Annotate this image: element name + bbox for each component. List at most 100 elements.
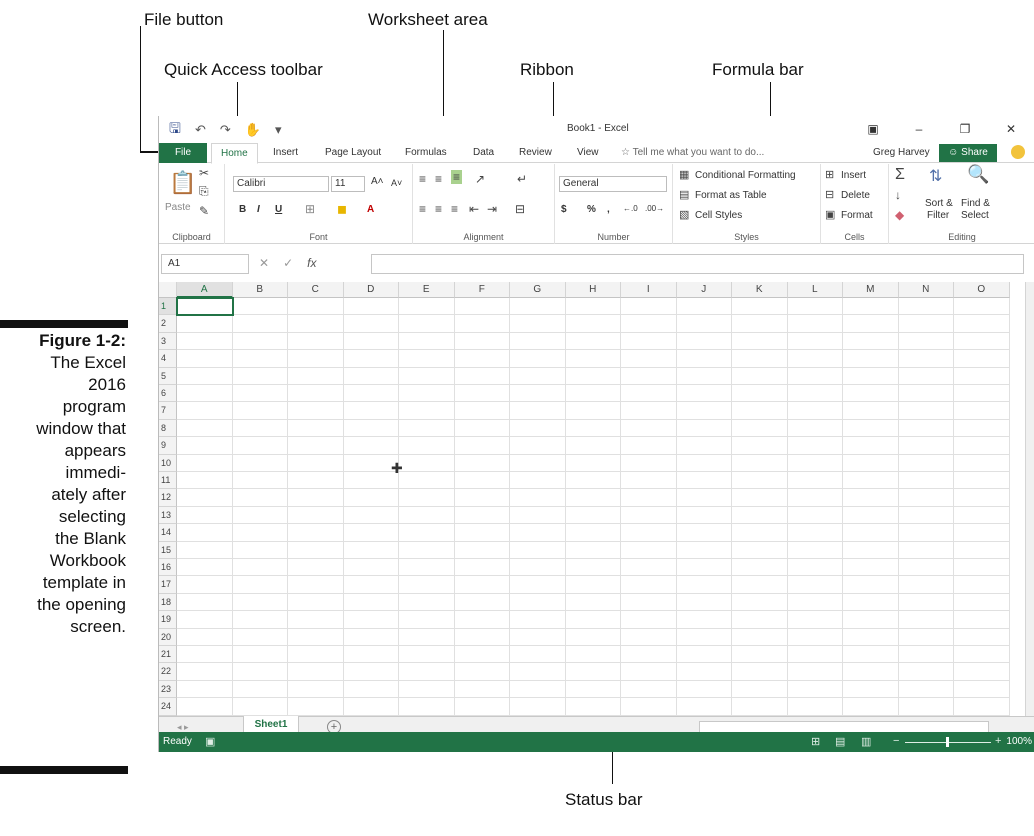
paste-icon[interactable]: 📋 xyxy=(169,170,196,196)
format-as-table-button[interactable]: Format as Table xyxy=(695,190,767,201)
row-header[interactable]: 15 xyxy=(159,541,177,559)
align-bottom-icon[interactable]: ≡ xyxy=(451,170,463,184)
zoom-level[interactable]: 100% xyxy=(1006,736,1032,747)
formula-input[interactable] xyxy=(371,254,1024,274)
active-cell[interactable] xyxy=(176,297,234,317)
tab-page-layout[interactable]: Page Layout xyxy=(325,143,381,163)
restore-icon[interactable]: ❐ xyxy=(942,116,988,143)
touch-mode-icon[interactable]: ✋ xyxy=(245,122,261,138)
column-header[interactable]: L xyxy=(787,282,843,298)
undo-icon[interactable]: ↶ xyxy=(195,122,206,138)
row-header[interactable]: 8 xyxy=(159,419,177,438)
column-header[interactable]: K xyxy=(732,282,788,298)
orientation-icon[interactable]: ↗ xyxy=(475,172,485,186)
tab-formulas[interactable]: Formulas xyxy=(405,143,447,163)
tab-review[interactable]: Review xyxy=(519,143,552,163)
clear-icon[interactable]: ◆ xyxy=(895,208,904,222)
copy-icon[interactable]: ⎘ xyxy=(199,184,209,199)
merge-center-icon[interactable]: ⊟ xyxy=(515,202,525,216)
align-top-icon[interactable]: ≡ xyxy=(419,172,426,186)
delete-cells-button[interactable]: Delete xyxy=(841,190,870,201)
row-header[interactable]: 7 xyxy=(159,402,177,420)
row-header[interactable]: 5 xyxy=(159,367,177,385)
column-header[interactable]: O xyxy=(954,282,1010,298)
format-cells-button[interactable]: Format xyxy=(841,210,873,221)
row-header[interactable]: 20 xyxy=(159,628,177,646)
column-header[interactable]: F xyxy=(454,282,510,298)
row-header[interactable]: 24 xyxy=(159,698,177,716)
tab-insert[interactable]: Insert xyxy=(273,143,298,163)
find-select-label-1[interactable]: Find & xyxy=(961,198,990,209)
row-header[interactable]: 13 xyxy=(159,506,177,525)
worksheet-grid[interactable]: A B C D E F G H I J K L M N O 1 2 3 4 5 6 7 8 9 10 11 12 13 14 15 16 17… xyxy=(159,282,1025,736)
tab-view[interactable]: View xyxy=(577,143,599,163)
column-header[interactable]: G xyxy=(510,282,566,298)
row-header[interactable]: 4 xyxy=(159,350,177,368)
conditional-formatting-button[interactable]: Conditional Formatting xyxy=(695,170,796,181)
row-header[interactable]: 21 xyxy=(159,646,177,664)
format-cells-icon[interactable]: ▣ xyxy=(825,208,835,221)
normal-view-icon[interactable]: ⊞ xyxy=(811,735,820,748)
feedback-smiley-icon[interactable] xyxy=(1011,145,1025,159)
insert-cells-icon[interactable]: ⊞ xyxy=(825,168,834,181)
shrink-font-icon[interactable]: A˅ xyxy=(391,178,402,188)
underline-button[interactable]: U xyxy=(275,204,282,215)
delete-cells-icon[interactable]: ⊟ xyxy=(825,188,834,201)
format-painter-icon[interactable]: ✎ xyxy=(199,204,209,218)
ribbon-display-icon[interactable]: ▣ xyxy=(850,116,896,143)
bold-button[interactable]: B xyxy=(239,204,246,215)
decrease-indent-icon[interactable]: ⇤ xyxy=(469,202,479,216)
column-header[interactable]: M xyxy=(843,282,899,298)
cell-styles-button[interactable]: Cell Styles xyxy=(695,210,742,221)
row-header[interactable]: 14 xyxy=(159,524,177,542)
row-header[interactable]: 17 xyxy=(159,576,177,594)
column-header[interactable]: H xyxy=(565,282,621,298)
zoom-slider-thumb[interactable] xyxy=(946,737,949,747)
sort-filter-label-2[interactable]: Filter xyxy=(927,210,949,221)
font-size-dropdown[interactable]: 11 xyxy=(331,176,365,192)
column-header[interactable]: J xyxy=(676,282,732,298)
format-as-table-icon[interactable]: ▤ xyxy=(679,188,689,201)
save-icon[interactable]: 🖫 xyxy=(169,118,181,142)
row-header[interactable]: 1 xyxy=(159,298,177,316)
sort-filter-icon[interactable]: ⇅ xyxy=(929,166,942,186)
wrap-text-icon[interactable]: ↵ xyxy=(517,172,527,186)
row-header[interactable]: 11 xyxy=(159,472,177,490)
redo-icon[interactable]: ↷ xyxy=(220,122,231,138)
column-header[interactable]: A xyxy=(177,282,233,298)
cell-styles-icon[interactable]: ▧ xyxy=(679,208,689,221)
increase-indent-icon[interactable]: ⇥ xyxy=(487,202,497,216)
page-break-view-icon[interactable]: ▥ xyxy=(861,735,871,748)
insert-cells-button[interactable]: Insert xyxy=(841,170,866,181)
row-header[interactable]: 10 xyxy=(159,454,177,472)
font-color-icon[interactable]: A xyxy=(367,204,374,215)
insert-function-button[interactable]: fx xyxy=(307,256,316,270)
align-middle-icon[interactable]: ≡ xyxy=(435,172,442,186)
select-all-corner[interactable] xyxy=(159,282,177,298)
minimize-icon[interactable]: – xyxy=(896,116,942,143)
column-header[interactable]: D xyxy=(343,282,399,298)
column-header[interactable]: B xyxy=(232,282,288,298)
zoom-out-icon[interactable]: − xyxy=(893,735,899,747)
center-icon[interactable]: ≡ xyxy=(435,202,442,216)
vertical-scrollbar[interactable] xyxy=(1025,282,1034,736)
cut-icon[interactable]: ✂ xyxy=(199,166,209,180)
close-icon[interactable]: ✕ xyxy=(988,116,1034,143)
row-header[interactable]: 19 xyxy=(159,611,177,629)
page-layout-view-icon[interactable]: ▤ xyxy=(835,735,845,748)
align-left-icon[interactable]: ≡ xyxy=(419,202,426,216)
share-button[interactable]: ☺ Share xyxy=(939,144,997,162)
column-header[interactable]: C xyxy=(288,282,344,298)
row-header[interactable]: 23 xyxy=(159,680,177,699)
row-header[interactable]: 22 xyxy=(159,663,177,681)
percent-button[interactable]: % xyxy=(587,204,596,215)
cancel-entry-icon[interactable]: ✕ xyxy=(259,256,269,270)
borders-icon[interactable]: ⊞ xyxy=(305,202,315,216)
column-header[interactable]: I xyxy=(621,282,677,298)
macro-record-icon[interactable]: ▣ xyxy=(205,735,215,748)
align-right-icon[interactable]: ≡ xyxy=(451,202,458,216)
column-header[interactable]: N xyxy=(898,282,954,298)
row-header[interactable]: 3 xyxy=(159,332,177,351)
user-name[interactable]: Greg Harvey xyxy=(873,143,930,163)
tab-home[interactable]: Home xyxy=(211,143,258,164)
